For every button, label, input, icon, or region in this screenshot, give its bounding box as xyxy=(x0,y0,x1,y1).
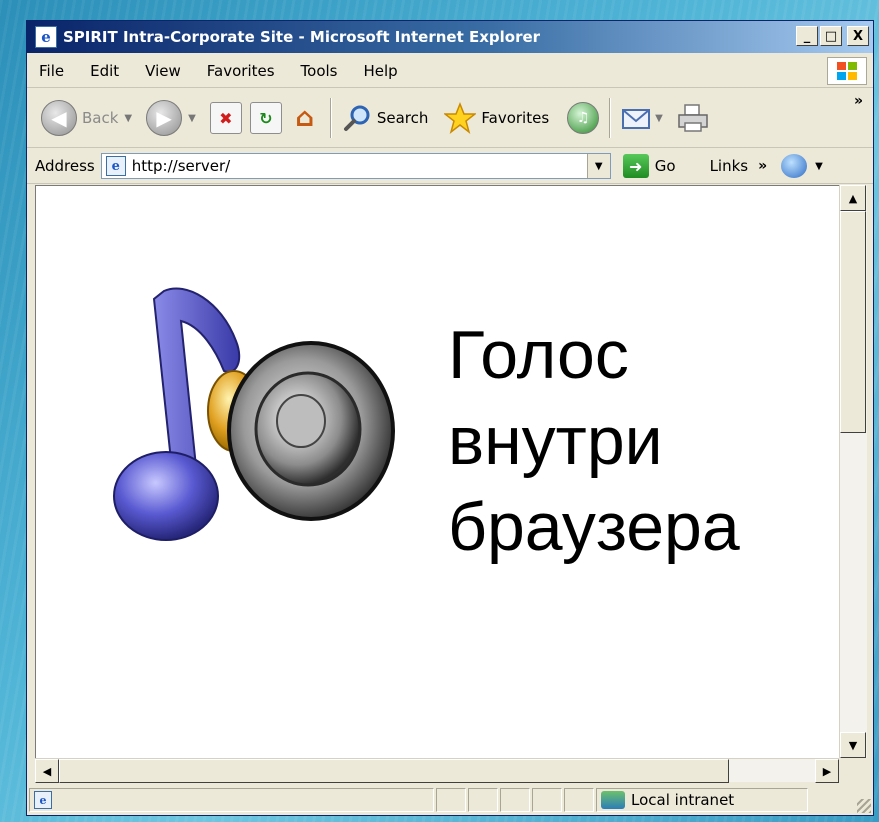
page-content: Голос внутри браузера xyxy=(35,185,839,758)
page-heading: Голос внутри браузера xyxy=(448,312,740,570)
window-title: SPIRIT Intra-Corporate Site - Microsoft … xyxy=(63,28,541,46)
title-bar[interactable]: e SPIRIT Intra-Corporate Site - Microsof… xyxy=(27,21,873,53)
links-overflow-button[interactable]: » xyxy=(758,158,767,174)
menu-favorites[interactable]: Favorites xyxy=(194,62,288,80)
back-button[interactable]: ◀ Back ▼ xyxy=(37,96,142,140)
maximize-button[interactable]: □ xyxy=(820,26,842,46)
status-bar: e Local intranet xyxy=(27,785,873,815)
go-button[interactable]: ➜ Go xyxy=(622,154,676,178)
heading-line-1: Голос xyxy=(448,317,629,393)
search-button[interactable]: Search xyxy=(338,96,433,140)
menu-edit[interactable]: Edit xyxy=(77,62,132,80)
forward-button[interactable]: ▶ ▼ xyxy=(142,96,206,140)
scroll-down-button[interactable]: ▼ xyxy=(840,732,866,758)
links-dropdown-icon[interactable]: ▼ xyxy=(815,161,823,172)
print-button[interactable] xyxy=(673,96,713,140)
favorites-button[interactable]: Favorites xyxy=(440,96,553,140)
stop-button[interactable]: ✖ xyxy=(206,96,246,140)
mail-button[interactable]: ▼ xyxy=(617,96,673,140)
status-cell xyxy=(564,788,594,812)
menu-tools[interactable]: Tools xyxy=(288,62,351,80)
resize-grip[interactable] xyxy=(857,799,871,813)
close-button[interactable]: X xyxy=(847,26,869,46)
media-icon: ♫ xyxy=(567,102,600,134)
menu-view[interactable]: View xyxy=(132,62,194,80)
heading-line-2: внутри xyxy=(448,403,663,479)
vertical-scrollbar[interactable]: ▲ ▼ xyxy=(839,185,867,758)
zone-label: Local intranet xyxy=(631,791,735,809)
status-cell xyxy=(500,788,530,812)
toolbar-separator xyxy=(329,98,332,138)
scroll-up-button[interactable]: ▲ xyxy=(840,185,866,211)
menu-file[interactable]: File xyxy=(27,62,77,80)
media-button[interactable]: ♫ xyxy=(563,96,603,140)
refresh-button[interactable]: ↻ xyxy=(246,96,286,140)
toolbar-separator xyxy=(609,98,612,138)
back-dropdown-icon[interactable]: ▼ xyxy=(124,113,132,124)
intranet-icon xyxy=(601,791,625,809)
address-label: Address xyxy=(35,157,95,175)
standard-toolbar: ◀ Back ▼ ▶ ▼ ✖ ↻ ⌂ Search Favorites ♫ ▼ … xyxy=(27,89,873,148)
address-input[interactable]: e http://server/ ▼ xyxy=(100,153,611,179)
forward-arrow-icon: ▶ xyxy=(146,100,183,136)
window-controls: _ □ X xyxy=(796,26,869,46)
browser-window: e SPIRIT Intra-Corporate Site - Microsof… xyxy=(26,20,874,816)
back-label: Back xyxy=(82,109,119,127)
heading-line-3: браузера xyxy=(448,489,740,565)
music-speaker-icon xyxy=(113,287,395,541)
search-icon xyxy=(343,105,370,131)
menu-help[interactable]: Help xyxy=(351,62,411,80)
go-label: Go xyxy=(654,157,676,175)
ie-icon: e xyxy=(35,26,57,48)
menu-bar: File Edit View Favorites Tools Help xyxy=(27,55,873,88)
windows-logo-icon xyxy=(827,57,867,85)
status-cell xyxy=(532,788,562,812)
back-arrow-icon: ◀ xyxy=(41,100,77,136)
scroll-right-button[interactable]: ▶ xyxy=(815,759,839,783)
star-icon xyxy=(444,102,477,134)
page-status-icon: e xyxy=(34,791,52,809)
address-bar: Address e http://server/ ▼ ➜ Go Links » … xyxy=(27,149,873,184)
address-dropdown-icon[interactable]: ▼ xyxy=(586,154,610,178)
mail-icon xyxy=(622,109,651,129)
forward-dropdown-icon[interactable]: ▼ xyxy=(188,113,196,124)
address-url[interactable]: http://server/ xyxy=(132,157,231,175)
minimize-button[interactable]: _ xyxy=(796,26,818,46)
status-main: e xyxy=(29,788,434,812)
vertical-scroll-thumb[interactable] xyxy=(840,211,866,433)
printer-icon xyxy=(678,104,708,132)
scroll-left-button[interactable]: ◀ xyxy=(35,759,59,783)
favorites-label: Favorites xyxy=(481,109,550,127)
security-zone[interactable]: Local intranet xyxy=(596,788,808,812)
horizontal-scroll-thumb[interactable] xyxy=(59,759,729,783)
stop-icon: ✖ xyxy=(209,102,242,134)
links-bar[interactable]: Links » ▼ xyxy=(710,154,823,178)
messenger-icon[interactable] xyxy=(781,154,808,178)
go-arrow-icon: ➜ xyxy=(622,154,649,178)
refresh-icon: ↻ xyxy=(249,102,282,134)
mail-dropdown-icon[interactable]: ▼ xyxy=(655,113,663,124)
home-icon: ⌂ xyxy=(295,103,315,133)
ie-page-icon: e xyxy=(105,156,126,176)
status-cell xyxy=(436,788,466,812)
toolbar-overflow-button[interactable]: » xyxy=(854,93,863,109)
links-label: Links xyxy=(709,157,749,175)
horizontal-scrollbar[interactable]: ◀ ▶ xyxy=(35,758,839,783)
home-button[interactable]: ⌂ xyxy=(286,96,324,140)
status-cell xyxy=(468,788,498,812)
search-label: Search xyxy=(376,109,429,127)
